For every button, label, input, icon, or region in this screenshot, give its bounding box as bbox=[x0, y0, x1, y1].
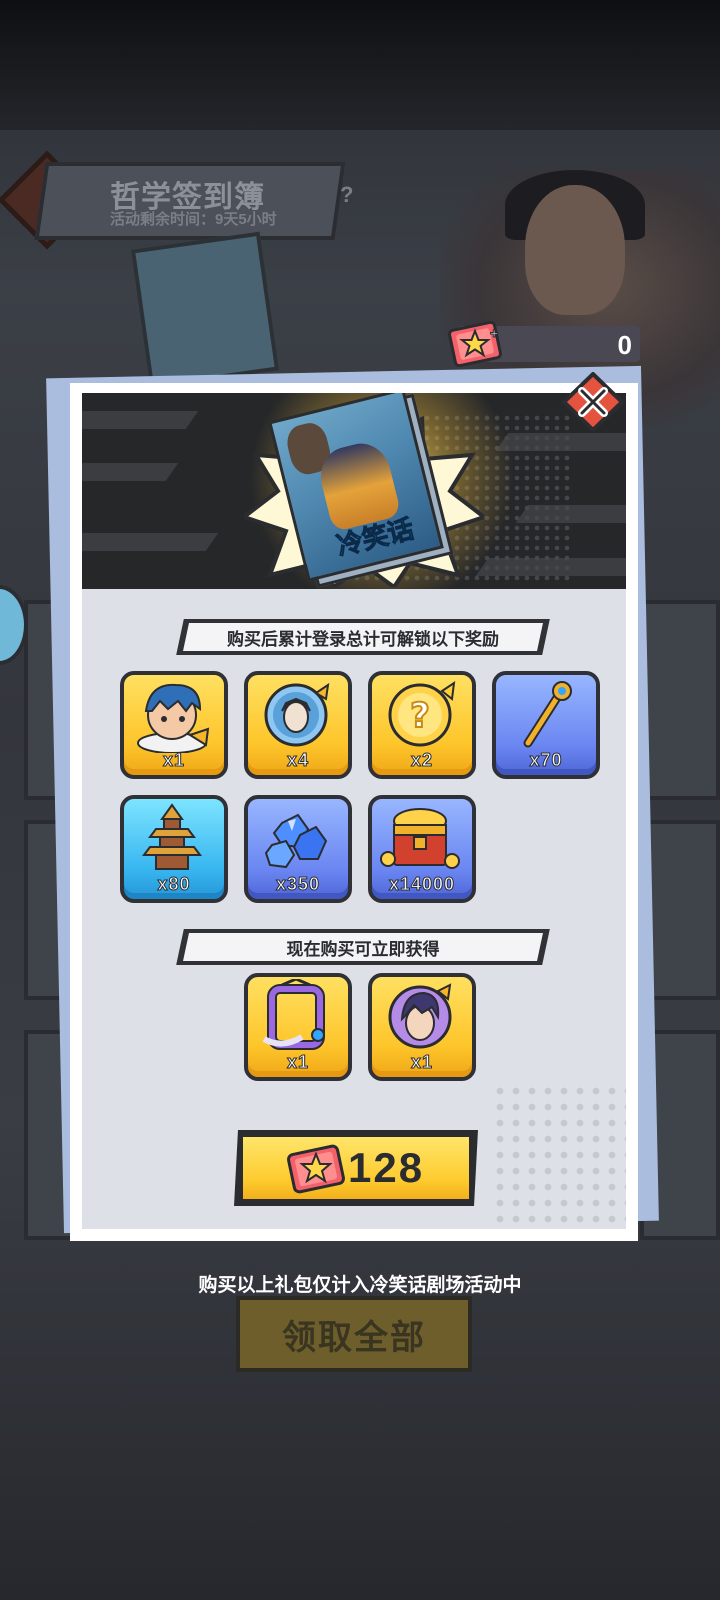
background-panel bbox=[640, 600, 720, 800]
reward-item[interactable]: x1 bbox=[120, 671, 228, 779]
reward-qty: x1 bbox=[410, 1052, 434, 1073]
instant-reward-item[interactable]: x1 bbox=[368, 973, 476, 1081]
golden-scepter-icon bbox=[523, 681, 572, 748]
instant-reward-item[interactable]: x1 bbox=[244, 973, 352, 1081]
speed-line bbox=[82, 463, 179, 481]
purchase-footnote: 购买以上礼包仅计入冷笑话剧场活动中 bbox=[198, 1275, 522, 1296]
speed-line bbox=[82, 533, 219, 551]
help-icon[interactable]: ? bbox=[340, 182, 366, 208]
hero-emblem-icon bbox=[264, 682, 330, 747]
svg-text:?: ? bbox=[410, 696, 430, 736]
background-book-image bbox=[130, 231, 280, 389]
reward-qty: x80 bbox=[157, 874, 191, 895]
reward-item[interactable]: ? x2 bbox=[368, 671, 476, 779]
reward-qty: x1 bbox=[286, 1052, 310, 1073]
buy-price: 128 bbox=[348, 1144, 425, 1191]
section-banner-unlock: 购买后累计登录总计可解锁以下奖励 bbox=[176, 619, 550, 655]
popup-body: 冷笑话 购买后累计登录总计可解锁以下奖励 x1 x4 ? x2 x70 x80 … bbox=[82, 393, 626, 1229]
background-hero-head bbox=[525, 185, 625, 315]
hero-portrait-icon bbox=[137, 683, 210, 753]
section-banner-instant: 现在购买可立即获得 bbox=[176, 929, 550, 965]
reward-item[interactable]: x4 bbox=[244, 671, 352, 779]
svg-text:+: + bbox=[490, 325, 498, 341]
currency-value: 0 bbox=[617, 330, 632, 360]
blue-crystals-icon bbox=[264, 813, 328, 869]
close-icon[interactable] bbox=[562, 372, 624, 432]
section-title-instant: 现在购买可立即获得 bbox=[286, 939, 440, 959]
claim-all-label: 领取全部 bbox=[282, 1318, 426, 1357]
section-title-unlock: 购买后累计登录总计可解锁以下奖励 bbox=[227, 629, 499, 649]
reward-item[interactable]: x14000 bbox=[368, 795, 476, 903]
background-top-band bbox=[0, 0, 720, 130]
reward-item[interactable]: x70 bbox=[492, 671, 600, 779]
background-timer: 活动剩余时间：9天5小时 bbox=[110, 211, 277, 228]
popup-header-art: 冷笑话 bbox=[82, 393, 626, 589]
reward-item[interactable]: x80 bbox=[120, 795, 228, 903]
gift-pack-popup: 冷笑话 购买后累计登录总计可解锁以下奖励 x1 x4 ? x2 x70 x80 … bbox=[70, 383, 638, 1241]
reward-qty: x2 bbox=[410, 750, 434, 771]
reward-qty: x1 bbox=[162, 750, 186, 771]
dot-pattern bbox=[492, 1083, 626, 1229]
reward-qty: x350 bbox=[275, 874, 321, 895]
speed-line bbox=[82, 411, 199, 429]
reward-item[interactable]: x350 bbox=[244, 795, 352, 903]
reward-qty: x14000 bbox=[388, 874, 456, 895]
avatar-frame-icon bbox=[262, 979, 325, 1050]
mystery-coin-icon: ? bbox=[388, 680, 456, 747]
reward-qty: x4 bbox=[286, 750, 310, 771]
star-ticket-icon bbox=[287, 1144, 345, 1194]
treasure-chest-icon bbox=[380, 808, 460, 869]
claim-all-button[interactable]: 领取全部 bbox=[236, 1296, 472, 1372]
pagoda-icon bbox=[142, 803, 202, 870]
hero-avatar-icon bbox=[388, 983, 452, 1049]
reward-qty: x70 bbox=[529, 750, 563, 771]
star-ticket-icon: + bbox=[448, 320, 502, 368]
